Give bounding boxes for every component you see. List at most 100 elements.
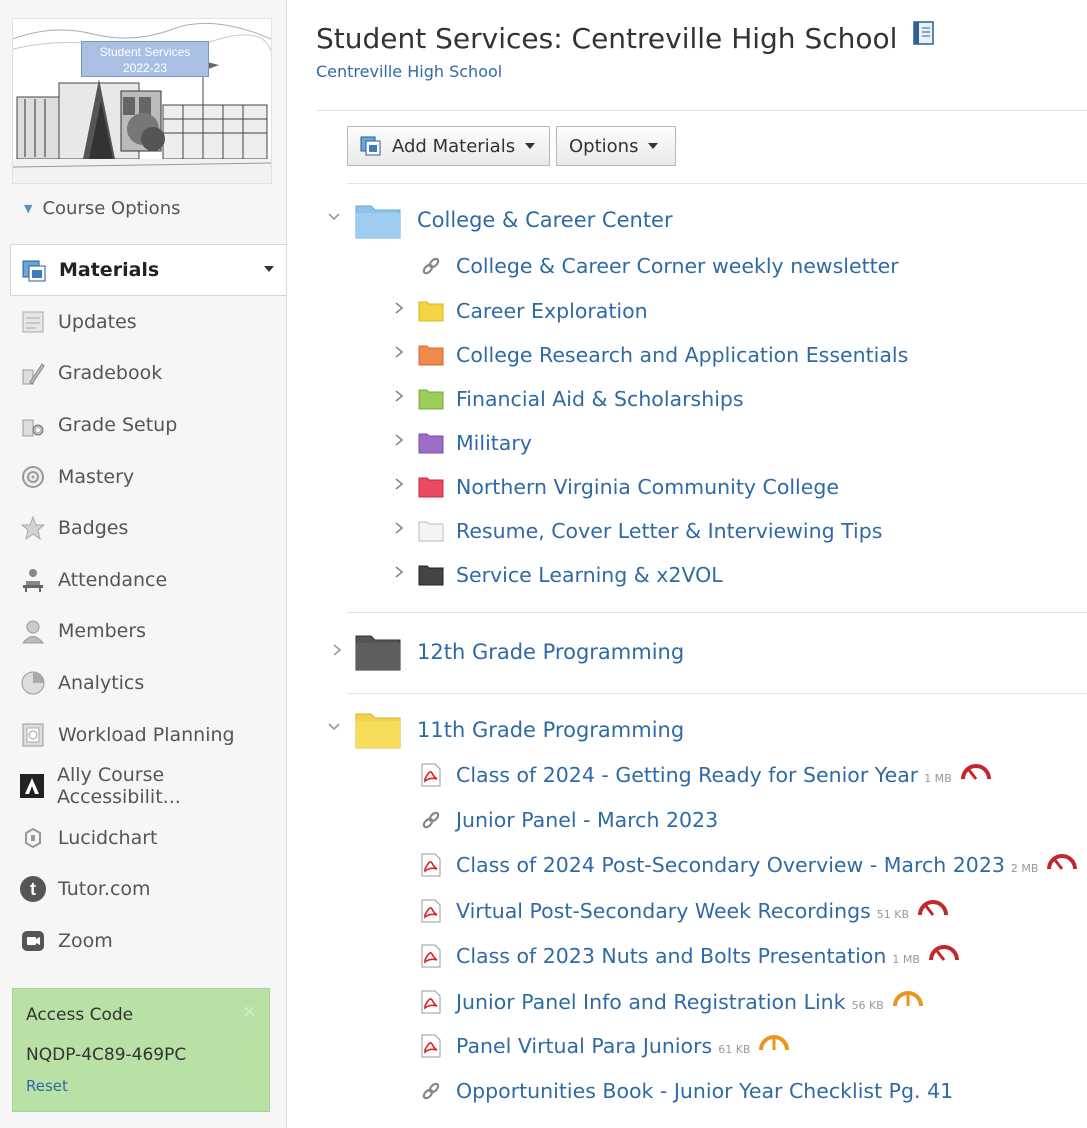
- caret-down-icon: [648, 143, 659, 149]
- folder-title[interactable]: Career Exploration: [456, 299, 648, 323]
- chevron-right-icon[interactable]: [392, 432, 406, 452]
- course-options-toggle[interactable]: ▼ Course Options: [24, 198, 180, 219]
- materials-icon: [19, 255, 49, 285]
- chevron-right-icon[interactable]: [392, 564, 406, 584]
- folder-title[interactable]: Resume, Cover Letter & Interviewing Tips: [456, 519, 882, 543]
- page-title-text: Student Services: Centreville High Schoo…: [316, 22, 898, 55]
- sidebar-item-gradebook[interactable]: Gradebook: [10, 348, 286, 400]
- sidebar-item-zoom[interactable]: Zoom: [10, 915, 286, 967]
- folder-title[interactable]: Northern Virginia Community College: [456, 475, 839, 499]
- analytics-icon: [18, 668, 48, 698]
- workload-planning-icon: [18, 720, 48, 750]
- file-title[interactable]: Class of 2023 Nuts and Bolts Presentatio…: [456, 944, 886, 968]
- file-row[interactable]: Class of 2024 Post-Secondary Overview - …: [418, 852, 1078, 878]
- folder-icon: [418, 342, 444, 368]
- sidebar-item-attendance[interactable]: Attendance: [10, 554, 286, 606]
- file-row[interactable]: Class of 2023 Nuts and Bolts Presentatio…: [418, 943, 960, 969]
- link-title[interactable]: Junior Panel - March 2023: [456, 808, 718, 832]
- sidebar-item-grade-setup[interactable]: Grade Setup: [10, 399, 286, 451]
- close-icon[interactable]: ×: [242, 1001, 257, 1022]
- course-image[interactable]: Student Services 2022-23: [12, 18, 272, 184]
- options-button[interactable]: Options: [556, 126, 676, 166]
- file-title[interactable]: Junior Panel Info and Registration Link: [456, 990, 846, 1014]
- sidebar-item-tutor[interactable]: t Tutor.com: [10, 864, 286, 916]
- folder-row-career-exploration[interactable]: Career Exploration: [418, 298, 648, 324]
- triangle-down-icon: ▼: [24, 202, 33, 215]
- sidebar-item-analytics[interactable]: Analytics: [10, 657, 286, 709]
- folder-row-military[interactable]: Military: [418, 430, 532, 456]
- folder-title[interactable]: Service Learning & x2VOL: [456, 563, 723, 587]
- folder-title[interactable]: Financial Aid & Scholarships: [456, 387, 744, 411]
- sidebar-item-badges[interactable]: Badges: [10, 502, 286, 554]
- chevron-down-icon[interactable]: [326, 208, 342, 228]
- link-title[interactable]: Opportunities Book - Junior Year Checkli…: [456, 1079, 953, 1103]
- sidebar-item-ally[interactable]: Ally Course Accessibilit...: [10, 760, 286, 812]
- file-row[interactable]: Virtual Post-Secondary Week Recordings 5…: [418, 898, 949, 924]
- pdf-icon: [418, 762, 444, 788]
- link-row[interactable]: College & Career Corner weekly newslette…: [418, 253, 899, 279]
- page-subtitle-link[interactable]: Centreville High School: [316, 62, 502, 81]
- folder-title[interactable]: College Research and Application Essenti…: [456, 343, 908, 367]
- chevron-right-icon[interactable]: [392, 300, 406, 320]
- folder-row-nvcc[interactable]: Northern Virginia Community College: [418, 474, 839, 500]
- folder-icon: [355, 205, 401, 239]
- access-code-panel: Access Code × NQDP-4C89-469PC Reset: [12, 988, 270, 1112]
- sidebar-item-workload-planning[interactable]: Workload Planning: [10, 709, 286, 761]
- file-title[interactable]: Virtual Post-Secondary Week Recordings: [456, 899, 871, 923]
- file-row[interactable]: Class of 2024 - Getting Ready for Senior…: [418, 762, 992, 788]
- file-title[interactable]: Class of 2024 - Getting Ready for Senior…: [456, 763, 918, 787]
- gauge-icon: [917, 897, 949, 921]
- link-icon: [418, 253, 444, 279]
- add-materials-button[interactable]: Add Materials: [347, 126, 550, 166]
- gauge-icon: [758, 1032, 790, 1056]
- course-image-banner-line1: Student Services: [99, 45, 191, 59]
- folder-row-11th-grade[interactable]: 11th Grade Programming: [355, 710, 684, 750]
- sidebar-item-mastery[interactable]: Mastery: [10, 451, 286, 503]
- grade-setup-icon: [18, 410, 48, 440]
- divider: [316, 110, 1087, 111]
- folder-row-college-research[interactable]: College Research and Application Essenti…: [418, 342, 908, 368]
- add-materials-icon: [360, 135, 382, 157]
- access-code-reset-link[interactable]: Reset: [26, 1077, 68, 1095]
- gauge-icon: [1046, 851, 1078, 875]
- file-size: 61 KB: [718, 1042, 751, 1056]
- sidebar-item-label: Updates: [58, 310, 137, 333]
- page-title: Student Services: Centreville High Schoo…: [316, 20, 936, 57]
- file-row[interactable]: Junior Panel Info and Registration Link …: [418, 989, 924, 1015]
- link-row[interactable]: Opportunities Book - Junior Year Checkli…: [418, 1078, 953, 1104]
- sidebar-item-updates[interactable]: Updates: [10, 296, 286, 348]
- file-row[interactable]: Panel Virtual Para Juniors 61 KB: [418, 1033, 790, 1059]
- notebook-icon[interactable]: [910, 20, 936, 53]
- ally-icon: [18, 771, 47, 801]
- sidebar-item-materials[interactable]: Materials: [10, 244, 286, 296]
- chevron-right-icon[interactable]: [392, 388, 406, 408]
- pdf-icon: [418, 852, 444, 878]
- folder-title[interactable]: College & Career Center: [417, 208, 673, 232]
- chevron-right-icon[interactable]: [392, 520, 406, 540]
- file-title[interactable]: Class of 2024 Post-Secondary Overview - …: [456, 853, 1005, 877]
- folder-icon: [418, 386, 444, 412]
- folder-icon: [355, 713, 401, 749]
- gauge-icon: [892, 988, 924, 1012]
- folder-row-resume[interactable]: Resume, Cover Letter & Interviewing Tips: [418, 518, 882, 544]
- folder-row-service-learning[interactable]: Service Learning & x2VOL: [418, 562, 723, 588]
- divider: [347, 612, 1087, 613]
- sidebar-item-members[interactable]: Members: [10, 606, 286, 658]
- folder-title[interactable]: 11th Grade Programming: [417, 718, 684, 742]
- sidebar-item-lucidchart[interactable]: Lucidchart: [10, 812, 286, 864]
- folder-title[interactable]: 12th Grade Programming: [417, 640, 684, 664]
- folder-row-financial-aid[interactable]: Financial Aid & Scholarships: [418, 386, 744, 412]
- folder-row-12th-grade[interactable]: 12th Grade Programming: [355, 632, 684, 672]
- chevron-down-icon[interactable]: [326, 718, 342, 738]
- link-title[interactable]: College & Career Corner weekly newslette…: [456, 254, 899, 278]
- link-row[interactable]: Junior Panel - March 2023: [418, 807, 718, 833]
- folder-row-college-career-center[interactable]: College & Career Center: [355, 200, 673, 240]
- chevron-right-icon[interactable]: [392, 344, 406, 364]
- sidebar-item-label: Materials: [59, 259, 160, 281]
- folder-title[interactable]: Military: [456, 431, 532, 455]
- file-title[interactable]: Panel Virtual Para Juniors: [456, 1034, 712, 1058]
- chevron-right-icon[interactable]: [392, 476, 406, 496]
- gradebook-icon: [18, 358, 48, 388]
- chevron-down-icon[interactable]: [264, 266, 274, 272]
- chevron-right-icon[interactable]: [330, 642, 344, 662]
